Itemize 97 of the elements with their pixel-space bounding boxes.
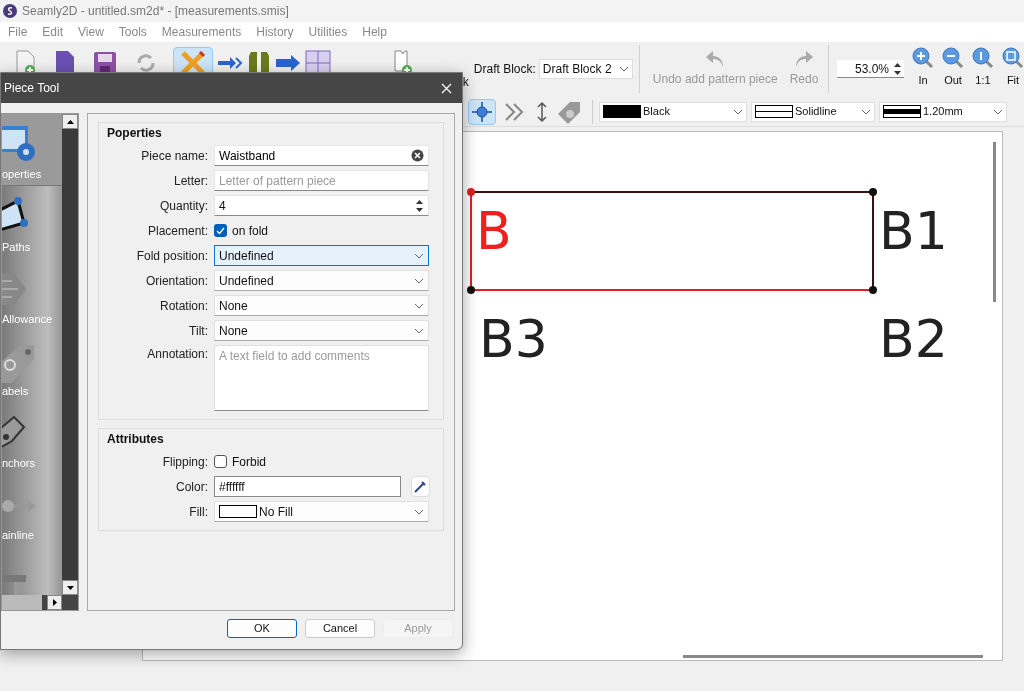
annotation-field[interactable]: A text field to add comments [214,345,429,411]
double-arrow-icon [217,56,243,70]
color-field[interactable]: #ffffff [214,476,401,497]
dialog-button[interactable]: Cancel [305,619,375,638]
chevron-down-icon [414,508,424,515]
field-label: Orientation: [144,272,209,290]
scrollbar-thumb[interactable] [2,595,42,610]
field-label: Tilt: [188,322,209,340]
line-sample-icon [883,105,921,118]
menu-item[interactable]: View [78,23,104,41]
zoom-button[interactable]: In [912,47,934,89]
text-field[interactable]: Waistband [214,145,429,166]
menu-item[interactable]: Measurements [161,23,242,41]
point-label: B3 [479,309,548,369]
close-icon[interactable] [441,82,452,94]
spin-field[interactable]: 4 [214,195,429,216]
chevron-down-icon [993,108,1003,115]
line-weight-dropdown[interactable]: 1.20mm [879,101,1007,122]
field-label: Flipping: [161,453,209,471]
zoom-actual-icon [972,47,994,69]
dropdown[interactable]: Undefined [214,270,429,291]
scroll-up-button[interactable] [62,114,78,129]
checkbox-box[interactable] [214,224,227,237]
menu-item[interactable]: Utilities [308,23,348,41]
draft-block-dropdown[interactable]: Draft Block 2 [538,59,633,79]
arrow-right-icon [275,55,301,71]
menu-item[interactable]: History [256,23,294,41]
checkbox-box[interactable] [214,455,227,468]
redo-icon [793,50,814,68]
chevron-down-icon [414,327,424,334]
right-arrow-icon [52,599,57,606]
app-logo [3,4,17,18]
section-item[interactable]: Paths [2,186,63,258]
checkbox[interactable]: Forbid [214,451,266,472]
dialog-button[interactable]: OK [227,619,297,638]
clear-icon[interactable] [411,149,424,162]
chevron-down-icon [414,277,424,284]
toolbar-label: k [462,74,469,91]
point-label: B2 [879,309,948,369]
save-icon[interactable] [93,51,117,75]
fill-dropdown[interactable]: No Fill [214,501,429,522]
line-color-dropdown[interactable]: Black [599,101,747,122]
section-item[interactable]: Allowance [2,258,63,330]
chevron-down-icon [414,302,424,309]
spin-arrows-icon[interactable] [415,198,424,213]
down-arrow-icon [66,585,74,590]
up-arrow-icon [66,119,74,124]
chevron-down-icon [861,108,871,115]
field-label: Letter: [172,172,209,190]
scroll-right-button[interactable] [47,595,62,610]
vertical-arrow-icon[interactable] [536,100,548,123]
point-label: B1 [879,201,948,261]
chevron-down-icon [733,108,743,115]
field-label: Quantity: [158,197,209,215]
zoom-out-icon [942,47,964,69]
check-icon [216,226,225,235]
field-label: Annotation: [146,346,209,363]
draft-block-label: Draft Block: [473,61,536,78]
pattern-piece[interactable] [467,188,877,294]
text-field[interactable]: Letter of pattern piece [214,170,429,191]
fill-swatch [219,505,257,518]
field-label: Placement: [146,222,209,240]
eyedropper-button[interactable] [411,476,430,497]
zoom-button[interactable]: Out [942,47,964,89]
field-label: Rotation: [158,297,209,315]
select-tool-button[interactable] [468,98,496,125]
color-swatch [603,105,641,118]
scroll-down-button[interactable] [62,580,78,595]
field-label: Fill: [188,503,209,521]
field-label: Piece name: [140,147,209,165]
spin-arrows-icon[interactable] [893,61,902,76]
point-label: B [476,201,512,261]
zoom-button[interactable]: 1:1 [972,47,994,89]
chevron-down-icon [414,252,424,259]
zoom-fit-icon [1002,47,1024,69]
scrollbar-thumb[interactable] [993,142,996,302]
zoom-spinbox[interactable]: 53.0% [837,60,904,78]
line-type-dropdown[interactable]: Solidline [751,101,875,122]
undo-icon [705,50,726,68]
dropdown[interactable]: Undefined [214,245,429,266]
dropdown[interactable]: None [214,295,429,316]
checkbox[interactable]: on fold [214,220,269,241]
dialog-title: Piece Tool [4,80,60,97]
refresh-icon[interactable] [135,52,157,74]
menu-item[interactable]: Edit [42,23,64,41]
zoom-button[interactable]: Fit [1002,47,1024,89]
scrollbar-thumb[interactable] [683,655,983,658]
zoom-in-icon [912,47,934,69]
window-title: Seamly2D - untitled.sm2d* - [measurements.smis] [22,3,289,20]
crosshair-icon [472,101,492,122]
dropdown[interactable]: None [214,320,429,341]
line-sample-icon [755,105,793,118]
menu-item[interactable]: Help [362,23,387,41]
field-label: Color: [175,478,209,496]
chevron-down-icon [618,66,629,72]
menu-item[interactable]: Tools [118,23,147,41]
menu-item[interactable]: File [8,23,28,41]
